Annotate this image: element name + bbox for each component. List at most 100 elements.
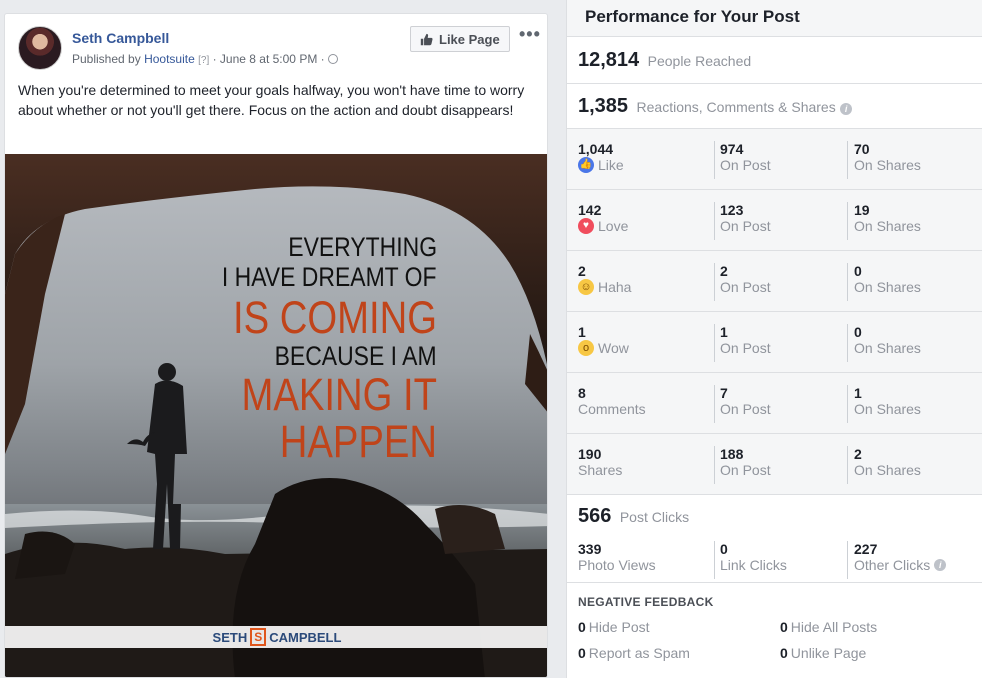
on-shares-label: On Shares — [854, 157, 921, 173]
wow-total: 1 — [578, 324, 586, 340]
on-shares-label: On Shares — [854, 218, 921, 234]
report-spam-item: 0 Report as Spam — [578, 645, 690, 661]
wow-icon: o — [578, 340, 594, 356]
love-label: Love — [598, 218, 629, 234]
like-page-button[interactable]: Like Page — [410, 26, 510, 52]
quote-line-1: EVERYTHING — [288, 232, 437, 262]
post-text: When you're determined to meet your goal… — [18, 82, 525, 118]
author-avatar[interactable] — [18, 26, 62, 70]
photo-views-label: Photo Views — [578, 557, 656, 573]
people-reached-row: 12,814 People Reached — [567, 36, 982, 83]
on-post-label: On Post — [720, 340, 771, 356]
love-icon: ♥ — [578, 218, 594, 234]
comments-total: 8 — [578, 385, 586, 401]
haha-label: Haha — [598, 279, 632, 295]
love-on-shares: 19 — [854, 202, 870, 218]
on-post-label: On Post — [720, 401, 771, 417]
post-clicks-section: 566 Post Clicks 339 Photo Views 0 Link Cli… — [567, 494, 982, 582]
quote-line-4: BECAUSE I AM — [275, 341, 437, 371]
performance-panel: Performance for Your Post 12,814 People … — [566, 0, 982, 678]
other-clicks-value: 227 — [854, 541, 878, 557]
negative-feedback-title: NEGATIVE FEEDBACK — [578, 595, 714, 609]
link-clicks-label: Link Clicks — [720, 557, 787, 573]
love-on-post: 123 — [720, 202, 744, 218]
wow-row: 1 o Wow 1 On Post 0 On Shares — [567, 311, 982, 372]
people-reached-value: 12,814 — [578, 49, 640, 71]
like-total: 1,044 — [578, 141, 614, 157]
shares-total: 190 — [578, 446, 602, 462]
hide-all-label: Hide All Posts — [790, 619, 878, 635]
more-options-icon[interactable]: ••• — [519, 25, 541, 43]
shares-on-post: 188 — [720, 446, 744, 462]
post-image[interactable]: EVERYTHING I HAVE DREAMT OF IS COMING BE… — [5, 154, 547, 677]
brand-watermark: SETH S CAMPBELL — [5, 626, 547, 648]
hide-post-label: Hide Post — [588, 619, 650, 635]
engagement-value: 1,385 — [578, 95, 629, 117]
wow-on-shares: 0 — [854, 324, 862, 340]
on-shares-label: On Shares — [854, 279, 921, 295]
haha-on-shares: 0 — [854, 263, 862, 279]
post-clicks-value: 566 — [578, 505, 612, 527]
on-post-label: On Post — [720, 157, 771, 173]
spam-label: Report as Spam — [588, 645, 690, 661]
globe-icon[interactable] — [328, 54, 339, 64]
publisher-flag: [?] — [198, 55, 210, 66]
engagement-row: 1,385 Reactions, Comments & Shares i — [567, 83, 982, 128]
love-total: 142 — [578, 202, 602, 218]
like-on-shares: 70 — [854, 141, 870, 157]
quote-line-2: I HAVE DREAMT OF — [222, 262, 437, 292]
hide-post-value: 0 — [578, 619, 586, 635]
love-row: 142 ♥ Love 123 On Post 19 On Shares — [567, 189, 982, 250]
shares-row: 190 Shares 188 On Post 2 On Shares — [567, 433, 982, 494]
unlike-value: 0 — [780, 645, 788, 661]
hide-post-item: 0 Hide Post — [578, 619, 650, 635]
on-post-label: On Post — [720, 462, 771, 478]
like-page-label: Like Page — [439, 31, 500, 47]
quote-line-5: MAKING IT — [241, 369, 437, 420]
post-date[interactable]: June 8 at 5:00 PM — [220, 52, 317, 66]
thumbs-up-icon — [420, 33, 433, 45]
people-reached-label: People Reached — [647, 53, 752, 69]
hide-all-posts-item: 0 Hide All Posts — [780, 619, 877, 635]
comments-on-shares: 1 — [854, 385, 862, 401]
post-card: Seth Campbell Published by Hootsuite [?]… — [4, 13, 548, 678]
brand-left: SETH — [212, 629, 248, 645]
published-by-prefix: Published by — [72, 52, 141, 66]
on-shares-label: On Shares — [854, 401, 921, 417]
brand-logo-icon: S — [250, 628, 267, 646]
wow-on-post: 1 — [720, 324, 728, 340]
spam-value: 0 — [578, 645, 586, 661]
comments-on-post: 7 — [720, 385, 728, 401]
on-post-label: On Post — [720, 279, 771, 295]
like-icon: 👍 — [578, 157, 594, 173]
link-clicks-value: 0 — [720, 541, 728, 557]
info-icon[interactable]: i — [934, 559, 947, 571]
quote-line-3: IS COMING — [232, 292, 437, 343]
photo-views-value: 339 — [578, 541, 602, 557]
brand-right: CAMPBELL — [269, 629, 342, 645]
post-meta: Published by Hootsuite [?] · June 8 at 5… — [72, 52, 339, 66]
comments-label: Comments — [578, 401, 646, 417]
publisher-link[interactable]: Hootsuite — [144, 52, 195, 66]
like-label: Like — [598, 157, 624, 173]
on-post-label: On Post — [720, 218, 771, 234]
comments-row: 8 Comments 7 On Post 1 On Shares — [567, 372, 982, 433]
unlike-page-item: 0 Unlike Page — [780, 645, 866, 661]
other-clicks-label: Other Clicks — [854, 557, 931, 573]
hide-all-value: 0 — [780, 619, 788, 635]
negative-feedback-section: NEGATIVE FEEDBACK 0 Hide Post 0 Hide All P… — [567, 582, 982, 678]
haha-on-post: 2 — [720, 263, 728, 279]
screen: Seth Campbell Published by Hootsuite [?]… — [0, 0, 982, 678]
haha-row: 2 ☺ Haha 2 On Post 0 On Shares — [567, 250, 982, 311]
author-name[interactable]: Seth Campbell — [72, 30, 169, 46]
on-shares-label: On Shares — [854, 340, 921, 356]
like-on-post: 974 — [720, 141, 744, 157]
post-header: Seth Campbell Published by Hootsuite [?]… — [5, 14, 547, 78]
info-icon[interactable]: i — [840, 103, 853, 115]
shares-on-shares: 2 — [854, 446, 862, 462]
haha-total: 2 — [578, 263, 586, 279]
panel-title: Performance for Your Post — [585, 7, 800, 26]
on-shares-label: On Shares — [854, 462, 921, 478]
post-clicks-label: Post Clicks — [619, 509, 690, 525]
wow-label: Wow — [598, 340, 629, 356]
